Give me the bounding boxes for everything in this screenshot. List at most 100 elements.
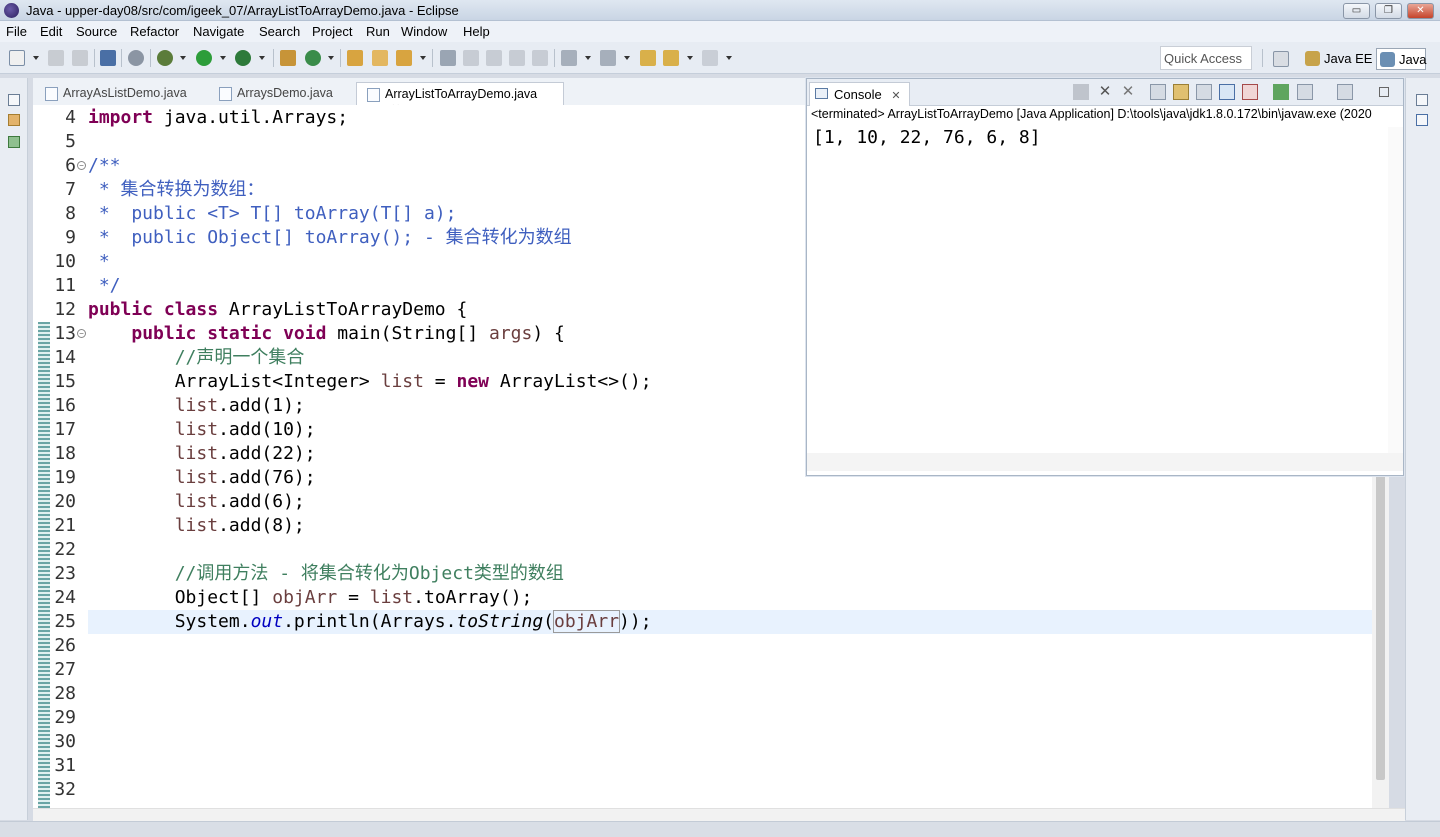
new-icon[interactable] — [9, 50, 25, 66]
quick-access-input[interactable]: Quick Access — [1160, 46, 1252, 70]
last-edit-location-icon[interactable] — [640, 50, 656, 66]
perspective-java-ee[interactable]: Java EE — [1302, 48, 1376, 70]
right-trim-bar — [1405, 78, 1440, 820]
console-view: Console ✕ ✕ ✕ <terminated> ArrayListToAr… — [806, 78, 1404, 476]
console-view-icon[interactable] — [100, 50, 116, 66]
save-icon[interactable] — [48, 50, 64, 66]
java-perspective-icon — [1380, 52, 1395, 67]
dropdown-arrow-icon[interactable] — [726, 56, 732, 60]
open-type-icon[interactable] — [347, 50, 363, 66]
back-icon[interactable] — [663, 50, 679, 66]
dropdown-arrow-icon[interactable] — [328, 56, 334, 60]
scroll-lock-icon[interactable] — [1173, 84, 1189, 100]
menu-window[interactable]: Window — [401, 24, 447, 39]
package-explorer-icon[interactable] — [8, 114, 20, 126]
fold-collapse-icon[interactable]: − — [77, 161, 86, 170]
debug-icon[interactable] — [157, 50, 173, 66]
restore-view-icon[interactable] — [1416, 94, 1428, 106]
perspective-label: Java — [1399, 52, 1427, 67]
console-status-line: <terminated> ArrayListToArrayDemo [Java … — [811, 107, 1372, 121]
perspective-java[interactable]: Java — [1376, 48, 1426, 70]
minimize-view-icon[interactable] — [1379, 87, 1389, 97]
tab-label: ArraysDemo.java — [237, 86, 333, 100]
tab-arrayaslistdemo[interactable]: ArrayAsListDemo.java — [35, 82, 203, 105]
menu-refactor[interactable]: Refactor — [130, 24, 179, 39]
show-on-stderr-icon[interactable] — [1242, 84, 1258, 100]
perspective-label: Java EE — [1324, 51, 1373, 66]
dropdown-arrow-icon[interactable] — [624, 56, 630, 60]
terminate-icon[interactable] — [1073, 84, 1089, 100]
forward-icon[interactable] — [702, 50, 718, 66]
run-external-icon[interactable] — [235, 50, 251, 66]
dropdown-arrow-icon[interactable] — [220, 56, 226, 60]
menu-search[interactable]: Search — [259, 24, 300, 39]
word-wrap-icon[interactable] — [1196, 84, 1212, 100]
type-hierarchy-icon[interactable] — [8, 136, 20, 148]
tab-label: ArrayListToArrayDemo.java — [385, 87, 538, 101]
display-console-icon[interactable] — [1297, 84, 1313, 100]
toolbar-separator — [1262, 49, 1263, 67]
menu-file[interactable]: File — [6, 24, 27, 39]
tab-console[interactable]: Console ✕ — [809, 82, 910, 106]
toolbar-separator — [121, 49, 122, 67]
code-line: list.add(8); — [174, 515, 305, 536]
menu-source[interactable]: Source — [76, 24, 117, 39]
clear-console-icon[interactable] — [1150, 84, 1166, 100]
close-tab-icon[interactable]: ✕ — [891, 90, 900, 102]
scrollbar-thumb[interactable] — [1376, 475, 1385, 780]
line-number: 19 — [54, 467, 76, 488]
dropdown-arrow-icon[interactable] — [687, 56, 693, 60]
outline-view-icon[interactable] — [1416, 114, 1428, 126]
open-perspective-icon[interactable] — [1273, 51, 1289, 67]
dropdown-arrow-icon[interactable] — [420, 56, 426, 60]
menu-run[interactable]: Run — [366, 24, 390, 39]
fold-collapse-icon[interactable]: − — [77, 329, 86, 338]
new-class-icon[interactable] — [305, 50, 321, 66]
show-selected-element-icon[interactable] — [532, 50, 548, 66]
restore-button[interactable]: ❐ — [1375, 3, 1402, 19]
open-console-icon[interactable] — [1337, 84, 1353, 100]
quick-diff-change-bar — [38, 322, 50, 808]
java-file-icon — [367, 88, 380, 102]
pin-console-icon[interactable] — [1273, 84, 1289, 100]
previous-annotation-icon[interactable] — [600, 50, 616, 66]
console-vertical-scrollbar[interactable] — [1388, 127, 1403, 453]
editor-horizontal-scrollbar[interactable] — [33, 808, 1405, 821]
run-icon[interactable] — [196, 50, 212, 66]
remove-all-terminated-icon[interactable]: ✕ — [1120, 84, 1136, 100]
dropdown-arrow-icon[interactable] — [585, 56, 591, 60]
minimize-button[interactable]: ▭ — [1343, 3, 1370, 19]
line-number: 13 — [54, 323, 76, 344]
new-package-icon[interactable] — [280, 50, 296, 66]
left-trim-bar — [0, 78, 28, 820]
line-number: 24 — [54, 587, 76, 608]
remove-launch-icon[interactable]: ✕ — [1097, 84, 1113, 100]
console-horizontal-scrollbar[interactable] — [807, 453, 1403, 471]
console-output: [1, 10, 22, 76, 6, 8] — [813, 127, 1041, 148]
save-all-icon[interactable] — [72, 50, 88, 66]
open-task-icon[interactable] — [372, 50, 388, 66]
word-wrap-icon[interactable] — [486, 50, 502, 66]
tab-arraysdemo[interactable]: ArraysDemo.java — [209, 82, 354, 105]
menu-edit[interactable]: Edit — [40, 24, 62, 39]
menu-help[interactable]: Help — [463, 24, 490, 39]
dropdown-arrow-icon[interactable] — [259, 56, 265, 60]
dropdown-arrow-icon[interactable] — [33, 56, 39, 60]
skip-breakpoints-icon[interactable] — [128, 50, 144, 66]
next-annotation-icon[interactable] — [561, 50, 577, 66]
dropdown-arrow-icon[interactable] — [180, 56, 186, 60]
search-icon[interactable] — [396, 50, 412, 66]
toggle-block-selection-icon[interactable] — [463, 50, 479, 66]
line-number: 16 — [54, 395, 76, 416]
line-number: 17 — [54, 419, 76, 440]
toolbar-separator — [554, 49, 555, 67]
menu-project[interactable]: Project — [312, 24, 352, 39]
tab-arraylisttoarraydemo[interactable]: ArrayListToArrayDemo.java ✕ — [356, 82, 564, 115]
show-on-stdout-icon[interactable] — [1219, 84, 1235, 100]
java-file-icon — [45, 87, 58, 101]
toggle-mark-occurrences-icon[interactable] — [440, 50, 456, 66]
restore-view-icon[interactable] — [8, 94, 20, 106]
menu-navigate[interactable]: Navigate — [193, 24, 244, 39]
close-button[interactable]: ✕ — [1407, 3, 1434, 19]
show-whitespace-icon[interactable] — [509, 50, 525, 66]
